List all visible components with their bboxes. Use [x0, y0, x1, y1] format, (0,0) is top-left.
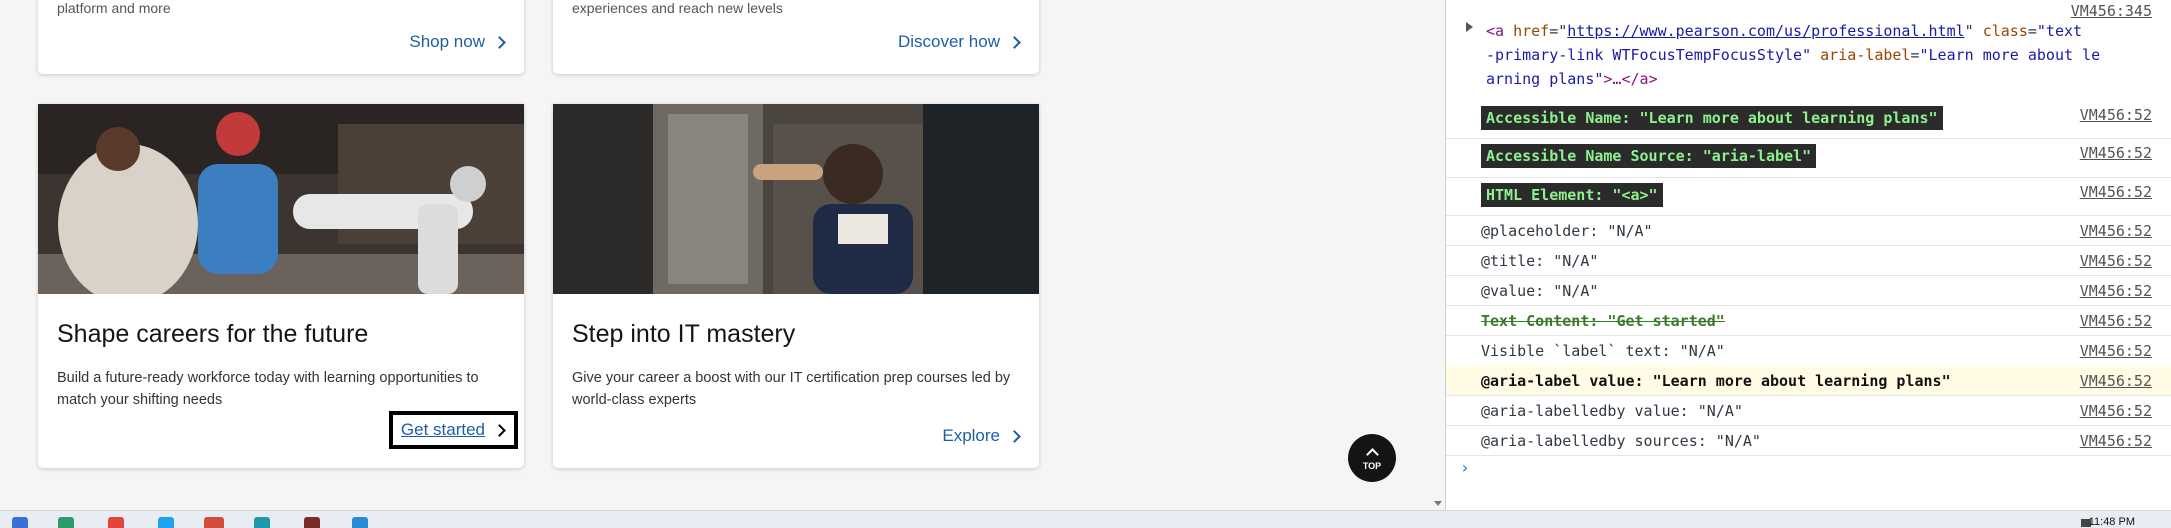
chevron-right-icon — [493, 35, 506, 49]
back-to-top-label: TOP — [1362, 461, 1382, 471]
source-link[interactable]: VM456:52 — [2080, 432, 2152, 450]
chevron-up-icon — [1365, 448, 1379, 461]
title-message: @title: "N/A" — [1481, 252, 1599, 270]
source-link[interactable]: VM456:52 — [2080, 402, 2152, 420]
taskbar-app-icon[interactable] — [158, 517, 174, 528]
text-content-message: Text Content: "Get started" — [1481, 312, 1725, 330]
card-description: Build a future-ready workforce today wit… — [57, 370, 479, 408]
expand-triangle-icon[interactable] — [1466, 22, 1473, 32]
source-link[interactable]: VM456:52 — [2080, 252, 2152, 270]
card-it-mastery: Step into IT mastery Give your career a … — [553, 104, 1039, 468]
web-page: platform and more Shop now experiences a… — [0, 0, 1445, 510]
console-prompt-icon[interactable]: › — [1460, 458, 1470, 477]
visible-label-message: Visible `label` text: "N/A" — [1481, 342, 1725, 360]
console-row: Visible `label` text: "N/A" VM456:52 — [1446, 335, 2171, 366]
source-link[interactable]: VM456:52 — [2080, 183, 2152, 201]
back-to-top-button[interactable]: TOP — [1348, 434, 1396, 482]
link-label: Shop now — [409, 32, 485, 51]
console-row: HTML Element: "<a>" VM456:52 — [1446, 177, 2171, 216]
discover-how-link[interactable]: Discover how — [897, 32, 1021, 52]
console-row: @placeholder: "N/A" VM456:52 — [1446, 215, 2171, 246]
href-value[interactable]: https://www.pearson.com/us/professional.… — [1567, 22, 1964, 40]
element-tag: <a — [1486, 22, 1514, 40]
card-title: Step into IT mastery — [572, 320, 796, 348]
source-link[interactable]: VM456:52 — [2080, 282, 2152, 300]
taskbar-app-icon[interactable] — [12, 517, 28, 528]
taskbar: 11:48 PM — [0, 510, 2171, 528]
aria-value-cont: arning plans" — [1486, 70, 1604, 88]
chevron-right-icon — [493, 423, 506, 437]
devtools-console: VM456:345 <a href="https://www.pearson.c… — [1445, 0, 2171, 510]
source-link[interactable]: VM456:345 — [2071, 2, 2152, 20]
html-element-message: HTML Element: "<a>" — [1481, 183, 1663, 207]
class-attr: class — [1982, 22, 2028, 40]
link-label: Get started — [400, 420, 485, 439]
card-title: Shape careers for the future — [57, 320, 369, 348]
aria-labelledby-message: @aria-labelledby value: "N/A" — [1481, 402, 1743, 420]
console-row: Accessible Name: "Learn more about learn… — [1446, 100, 2171, 139]
console-element-row: VM456:345 <a href="https://www.pearson.c… — [1446, 0, 2171, 100]
card-description: Give your career a boost with our IT cer… — [572, 370, 1011, 408]
accessible-name-source-message: Accessible Name Source: "aria-label" — [1481, 144, 1817, 168]
shop-now-link[interactable]: Shop now — [409, 32, 506, 52]
element-line-2: -primary-link WTFocusTempFocusStyle" ari… — [1486, 46, 2101, 64]
card-image-robotics — [38, 104, 524, 294]
link-label: Explore — [942, 426, 1000, 445]
taskbar-app-icon[interactable] — [58, 517, 74, 528]
get-started-link[interactable]: Get started — [388, 411, 518, 449]
card-description: platform and more — [57, 0, 171, 16]
accessible-name-message: Accessible Name: "Learn more about learn… — [1481, 106, 1943, 130]
source-link[interactable]: VM456:52 — [2080, 342, 2152, 360]
taskbar-clock: 11:48 PM — [2088, 516, 2135, 528]
console-row: @value: "N/A" VM456:52 — [1446, 275, 2171, 306]
value-message: @value: "N/A" — [1481, 282, 1599, 300]
source-link[interactable]: VM456:52 — [2080, 106, 2152, 124]
scroll-down-arrow-icon[interactable] — [1434, 501, 1442, 506]
element-line-3: arning plans">…</a> — [1486, 70, 1658, 88]
page-scrollbar[interactable] — [1430, 0, 1445, 510]
aria-labelledby-sources-message: @aria-labelledby sources: "N/A" — [1481, 432, 1761, 450]
taskbar-app-icon[interactable] — [204, 517, 224, 528]
taskbar-app-icon[interactable] — [254, 517, 270, 528]
class-value: "text — [2036, 22, 2083, 40]
source-link[interactable]: VM456:52 — [2080, 312, 2152, 330]
class-value-cont: -primary-link WTFocusTempFocusStyle" — [1486, 46, 1812, 64]
console-row: Text Content: "Get started" VM456:52 — [1446, 305, 2171, 336]
href-attr: href — [1513, 22, 1550, 40]
taskbar-app-icon[interactable] — [304, 517, 320, 528]
chevron-right-icon — [1008, 35, 1021, 49]
card-image-server-room — [553, 104, 1039, 294]
card-partial-2: experiences and reach new levels Discove… — [553, 0, 1039, 74]
taskbar-app-icon[interactable] — [352, 517, 368, 528]
source-link[interactable]: VM456:52 — [2080, 372, 2152, 390]
card-shape-careers: Shape careers for the future Build a fut… — [38, 104, 524, 468]
console-row: @aria-labelledby sources: "N/A" VM456:52 — [1446, 425, 2171, 456]
console-row: Accessible Name Source: "aria-label" VM4… — [1446, 138, 2171, 178]
console-row: @aria-label value: "Learn more about lea… — [1446, 365, 2171, 396]
aria-value: "Learn more about le — [1919, 46, 2101, 64]
placeholder-message: @placeholder: "N/A" — [1481, 222, 1653, 240]
console-row: @aria-labelledby value: "N/A" VM456:52 — [1446, 395, 2171, 426]
link-label: Discover how — [897, 32, 1000, 51]
card-description: experiences and reach new levels — [572, 0, 783, 16]
source-link[interactable]: VM456:52 — [2080, 222, 2152, 240]
source-link[interactable]: VM456:52 — [2080, 144, 2152, 162]
explore-link[interactable]: Explore — [942, 426, 1021, 446]
element-line-1[interactable]: <a href="https://www.pearson.com/us/prof… — [1486, 22, 2082, 40]
console-row: @title: "N/A" VM456:52 — [1446, 245, 2171, 276]
aria-label-message: @aria-label value: "Learn more about lea… — [1481, 372, 1951, 390]
taskbar-app-icon[interactable] — [108, 517, 124, 528]
element-tag-close: >…</a> — [1603, 70, 1658, 88]
aria-attr: aria-label — [1820, 46, 1911, 64]
chevron-right-icon — [1008, 429, 1021, 443]
card-partial-1: platform and more Shop now — [38, 0, 524, 74]
